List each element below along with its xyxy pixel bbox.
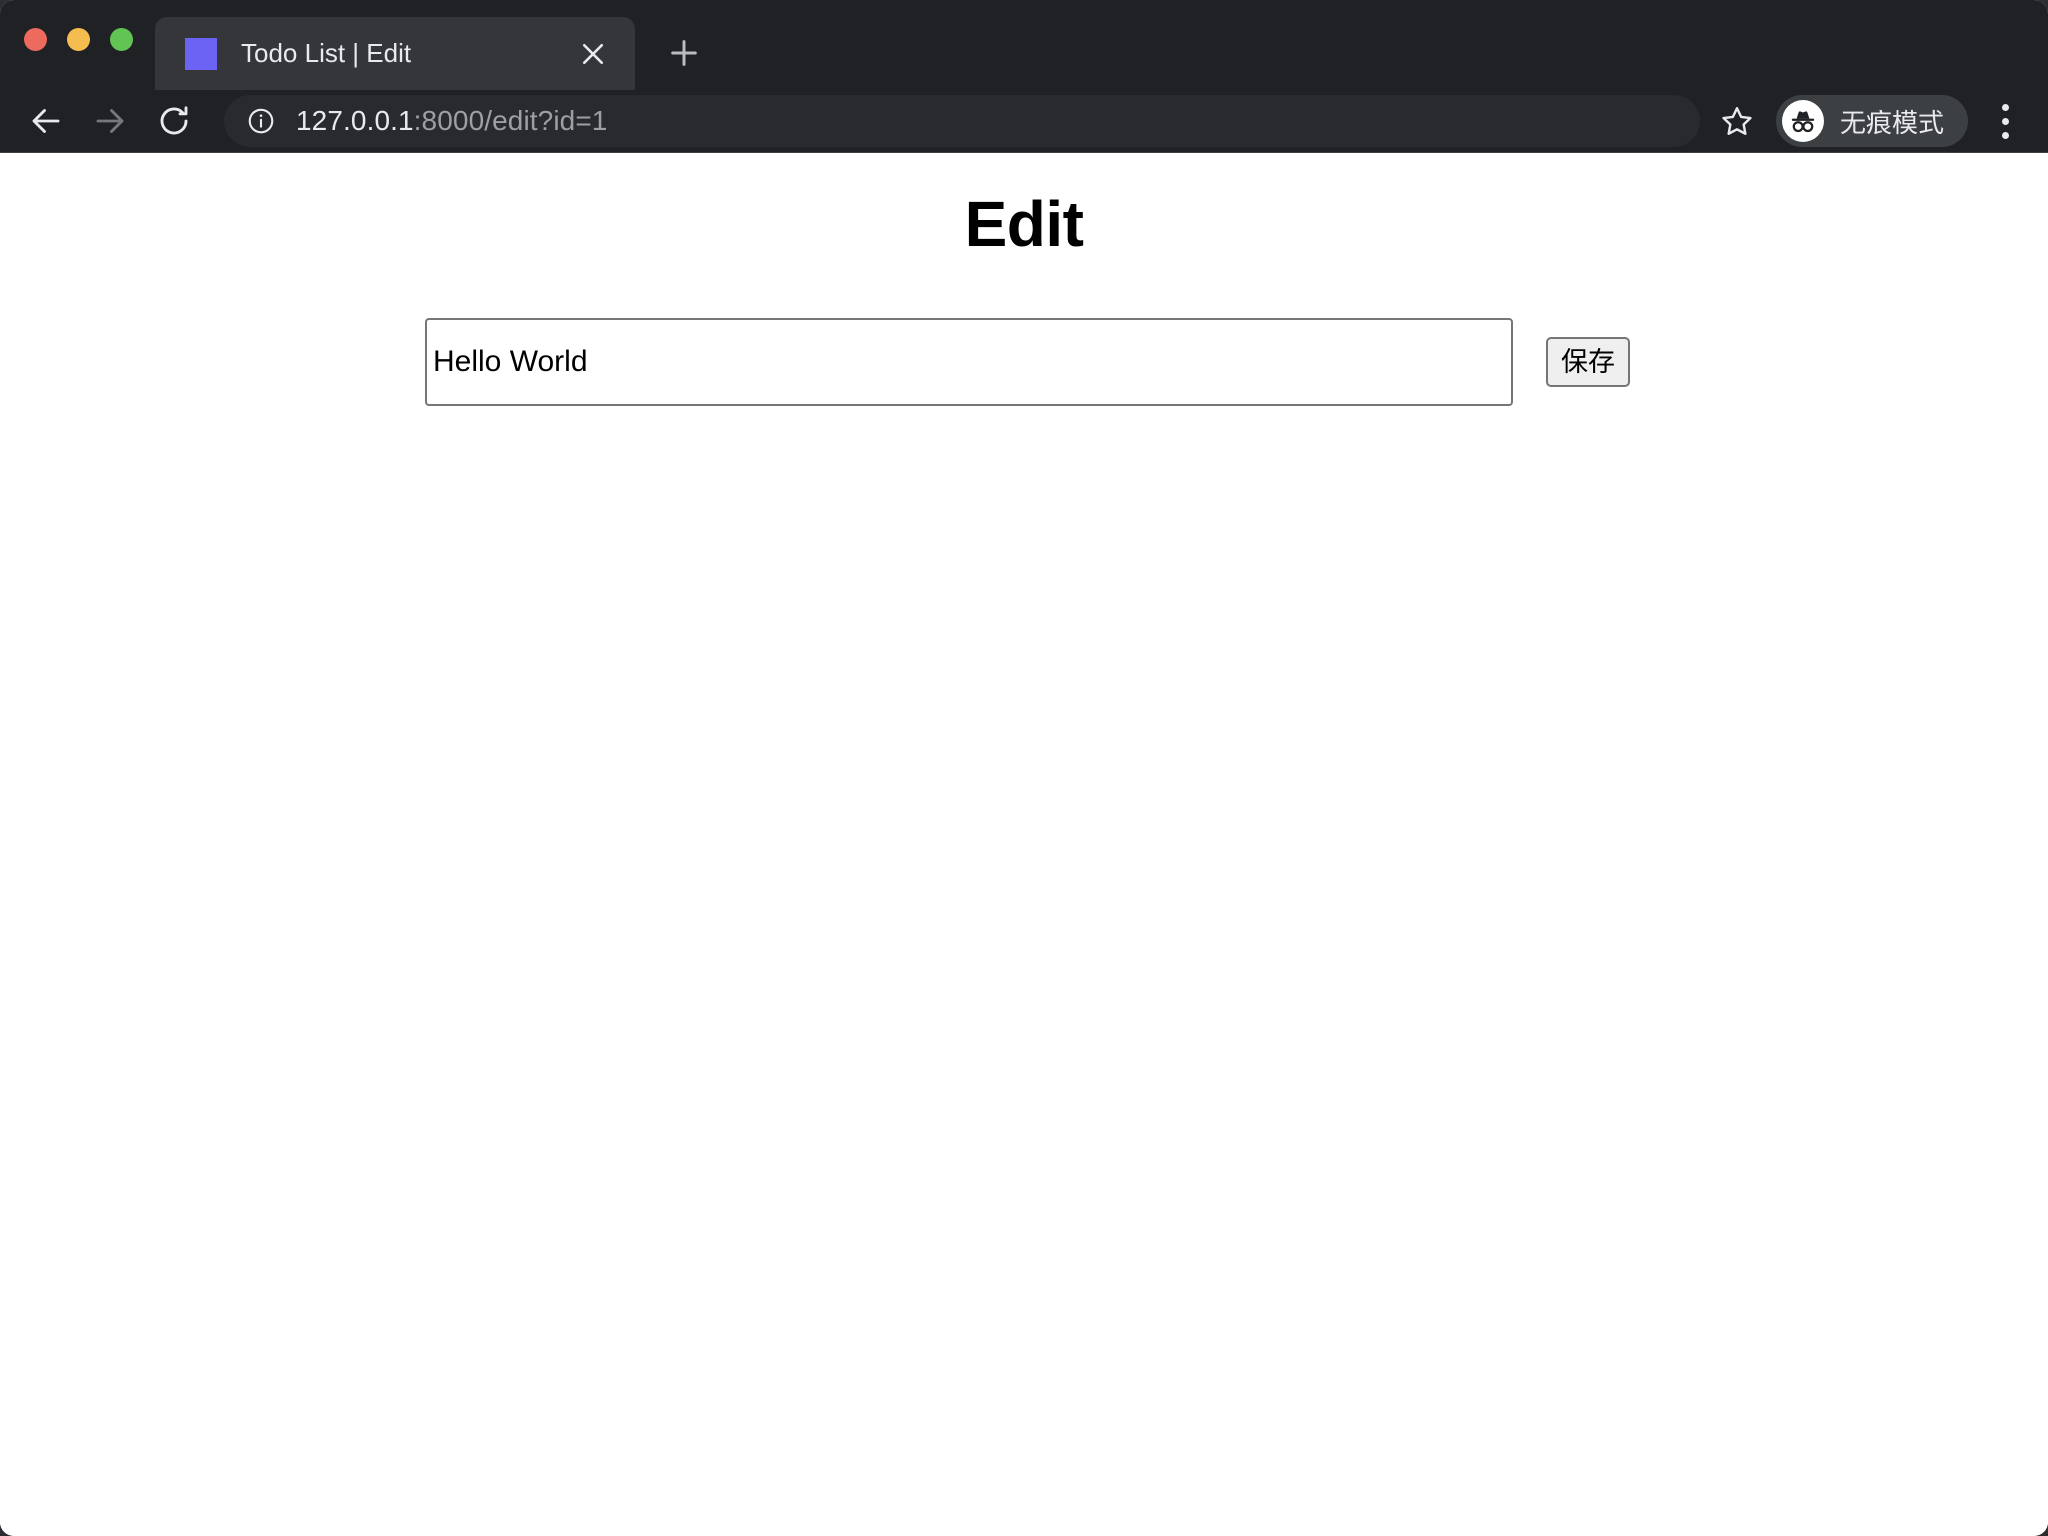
info-icon[interactable] [246, 106, 276, 136]
star-icon[interactable] [1710, 94, 1764, 148]
maximize-window-button[interactable] [110, 28, 133, 51]
close-window-button[interactable] [24, 28, 47, 51]
page-content: Edit 保存 [0, 153, 2048, 1536]
tab-strip: Todo List | Edit [0, 0, 2048, 90]
url-text[interactable]: 127.0.0.1:8000/edit?id=1 [296, 105, 1686, 137]
address-bar[interactable]: 127.0.0.1:8000/edit?id=1 [224, 95, 1700, 147]
todo-text-input[interactable] [425, 318, 1513, 406]
close-tab-icon[interactable] [567, 28, 619, 80]
browser-window: Todo List | Edit [0, 0, 2048, 1536]
edit-todo-form: 保存 [0, 318, 2048, 406]
menu-dot [2002, 118, 2009, 125]
menu-dot [2002, 104, 2009, 111]
url-host: 127.0.0.1 [296, 105, 414, 136]
favicon-icon [185, 38, 217, 70]
browser-menu-icon[interactable] [1980, 93, 2030, 149]
tab-title: Todo List | Edit [241, 38, 567, 69]
back-arrow-icon[interactable] [18, 93, 74, 149]
reload-icon[interactable] [146, 93, 202, 149]
page-title: Edit [0, 191, 2048, 258]
menu-dot [2002, 132, 2009, 139]
save-button[interactable]: 保存 [1546, 337, 1630, 387]
forward-arrow-icon [82, 93, 138, 149]
incognito-icon [1782, 100, 1824, 142]
browser-toolbar: 127.0.0.1:8000/edit?id=1 无痕模式 [0, 90, 2048, 153]
window-controls [24, 28, 133, 51]
new-tab-button[interactable] [653, 22, 715, 84]
incognito-label: 无痕模式 [1840, 103, 1944, 140]
browser-tab[interactable]: Todo List | Edit [155, 17, 635, 90]
minimize-window-button[interactable] [67, 28, 90, 51]
url-path: :8000/edit?id=1 [414, 105, 608, 136]
tabs-row: Todo List | Edit [155, 0, 715, 90]
incognito-badge[interactable]: 无痕模式 [1776, 95, 1968, 147]
